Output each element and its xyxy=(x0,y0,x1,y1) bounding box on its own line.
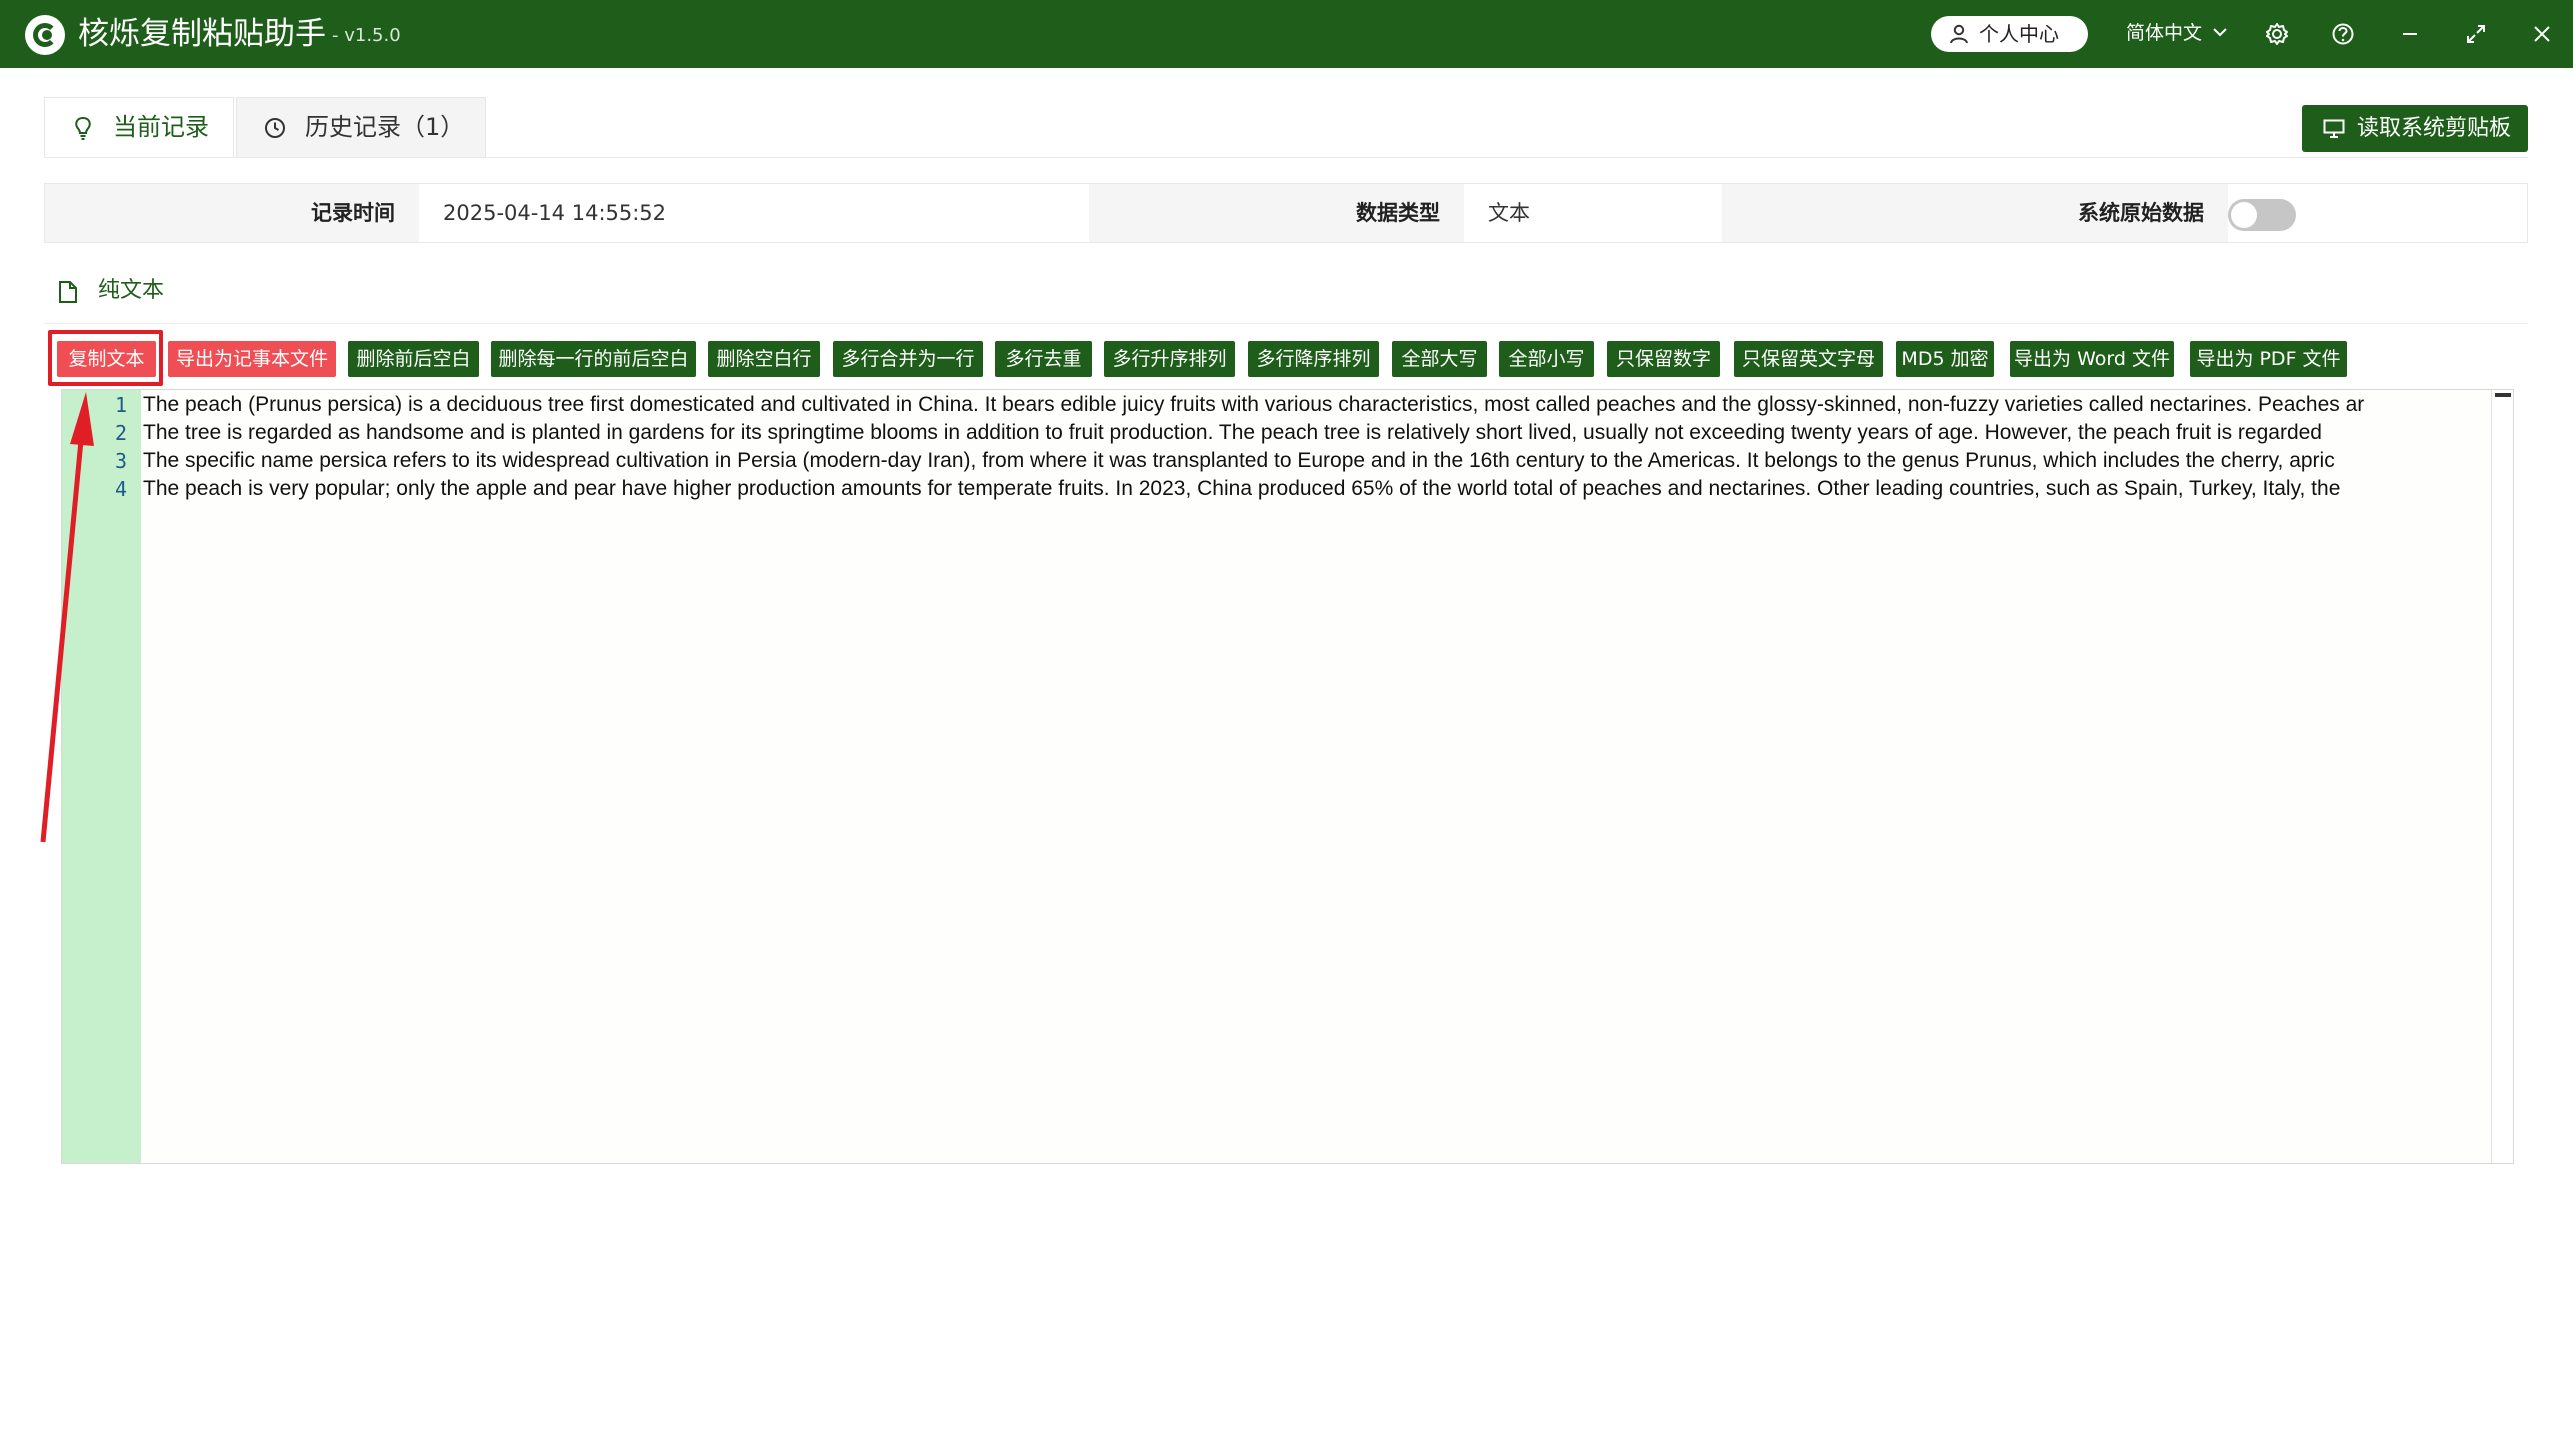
close-icon[interactable] xyxy=(2528,20,2556,48)
lowercase-button[interactable]: 全部小写 xyxy=(1499,341,1594,377)
vertical-scrollbar[interactable] xyxy=(2491,390,2513,1163)
chevron-down-icon[interactable] xyxy=(2212,24,2228,40)
text-line: The tree is regarded as handsome and is … xyxy=(143,421,2322,444)
app-title: 核烁复制粘贴助手 xyxy=(78,16,326,52)
tab-history[interactable]: 历史记录（1） xyxy=(236,97,486,157)
user-center-label: 个人中心 xyxy=(1979,22,2059,46)
trim-whitespace-button[interactable]: 删除前后空白 xyxy=(348,341,479,377)
raw-data-toggle[interactable] xyxy=(2228,199,2296,231)
text-line: The peach is very popular; only the appl… xyxy=(143,477,2341,500)
uppercase-button[interactable]: 全部大写 xyxy=(1392,341,1487,377)
plain-text-title: 纯文本 xyxy=(98,278,165,303)
line-number: 4 xyxy=(114,477,127,501)
export-pdf-button[interactable]: 导出为 PDF 文件 xyxy=(2190,341,2347,377)
line-number: 2 xyxy=(114,421,127,445)
monitor-icon xyxy=(2323,119,2345,138)
tabs-divider xyxy=(44,157,2528,158)
line-number-gutter: 1 2 3 4 xyxy=(62,390,141,1163)
section-divider xyxy=(44,323,2528,324)
dedupe-lines-button[interactable]: 多行去重 xyxy=(995,341,1092,377)
text-editor[interactable]: 1 2 3 4 The peach (Prunus persica) is a … xyxy=(61,389,2514,1164)
data-type-label: 数据类型 xyxy=(1356,201,1440,225)
record-time-value-cell: 2025-04-14 14:55:52 xyxy=(419,184,1089,242)
sort-ascending-button[interactable]: 多行升序排列 xyxy=(1104,341,1235,377)
raw-data-label: 系统原始数据 xyxy=(2078,201,2204,225)
title-bar: 核烁复制粘贴助手 - v1.5.0 个人中心 简体中文 xyxy=(0,0,2573,68)
document-icon xyxy=(59,281,77,303)
minimize-icon[interactable] xyxy=(2396,20,2424,48)
trim-each-line-button[interactable]: 删除每一行的前后空白 xyxy=(491,341,696,377)
settings-gear-icon[interactable] xyxy=(2263,20,2291,48)
toggle-knob xyxy=(2231,202,2257,228)
read-clipboard-button[interactable]: 读取系统剪贴板 xyxy=(2302,105,2528,152)
md5-encrypt-button[interactable]: MD5 加密 xyxy=(1896,341,1994,377)
keep-digits-button[interactable]: 只保留数字 xyxy=(1607,341,1720,377)
help-icon[interactable] xyxy=(2329,20,2357,48)
merge-lines-button[interactable]: 多行合并为一行 xyxy=(833,341,983,377)
data-type-value: 文本 xyxy=(1488,201,1530,225)
clock-icon xyxy=(265,118,285,138)
data-type-label-cell: 数据类型 xyxy=(1089,184,1464,242)
record-time-value: 2025-04-14 14:55:52 xyxy=(443,201,667,225)
remove-blank-lines-button[interactable]: 删除空白行 xyxy=(708,341,820,377)
text-line: The specific name persica refers to its … xyxy=(143,449,2335,472)
bulb-icon xyxy=(75,116,91,140)
user-center-button[interactable]: 个人中心 xyxy=(1931,16,2088,52)
export-word-button[interactable]: 导出为 Word 文件 xyxy=(2010,341,2174,377)
data-type-value-cell: 文本 xyxy=(1464,184,1722,242)
export-notepad-button[interactable]: 导出为记事本文件 xyxy=(168,341,336,377)
tab-history-label: 历史记录（1） xyxy=(305,113,465,141)
scrollbar-marker xyxy=(2495,393,2511,397)
raw-data-label-cell: 系统原始数据 xyxy=(1722,184,2228,242)
record-time-label: 记录时间 xyxy=(311,201,395,225)
text-line: The peach (Prunus persica) is a deciduou… xyxy=(143,393,2365,416)
maximize-icon[interactable] xyxy=(2462,20,2490,48)
app-version: - v1.5.0 xyxy=(332,25,401,46)
action-toolbar: 复制文本 导出为记事本文件 删除前后空白 删除每一行的前后空白 删除空白行 多行… xyxy=(0,341,2573,377)
sort-descending-button[interactable]: 多行降序排列 xyxy=(1248,341,1379,377)
record-info-row: 记录时间 2025-04-14 14:55:52 数据类型 文本 系统原始数据 xyxy=(44,183,2528,243)
copy-button-highlight xyxy=(48,330,163,386)
language-select[interactable]: 简体中文 xyxy=(2126,20,2202,46)
editor-content[interactable]: The peach (Prunus persica) is a deciduou… xyxy=(141,390,2491,1163)
user-icon xyxy=(1950,24,1968,44)
read-clipboard-label: 读取系统剪贴板 xyxy=(2357,116,2512,141)
tab-current-label: 当前记录 xyxy=(113,113,209,141)
record-time-label-cell: 记录时间 xyxy=(45,184,419,242)
line-number: 1 xyxy=(114,393,127,417)
line-number: 3 xyxy=(114,449,127,473)
tab-current-record[interactable]: 当前记录 xyxy=(44,97,234,157)
app-logo-icon xyxy=(25,15,65,55)
keep-letters-button[interactable]: 只保留英文字母 xyxy=(1734,341,1883,377)
